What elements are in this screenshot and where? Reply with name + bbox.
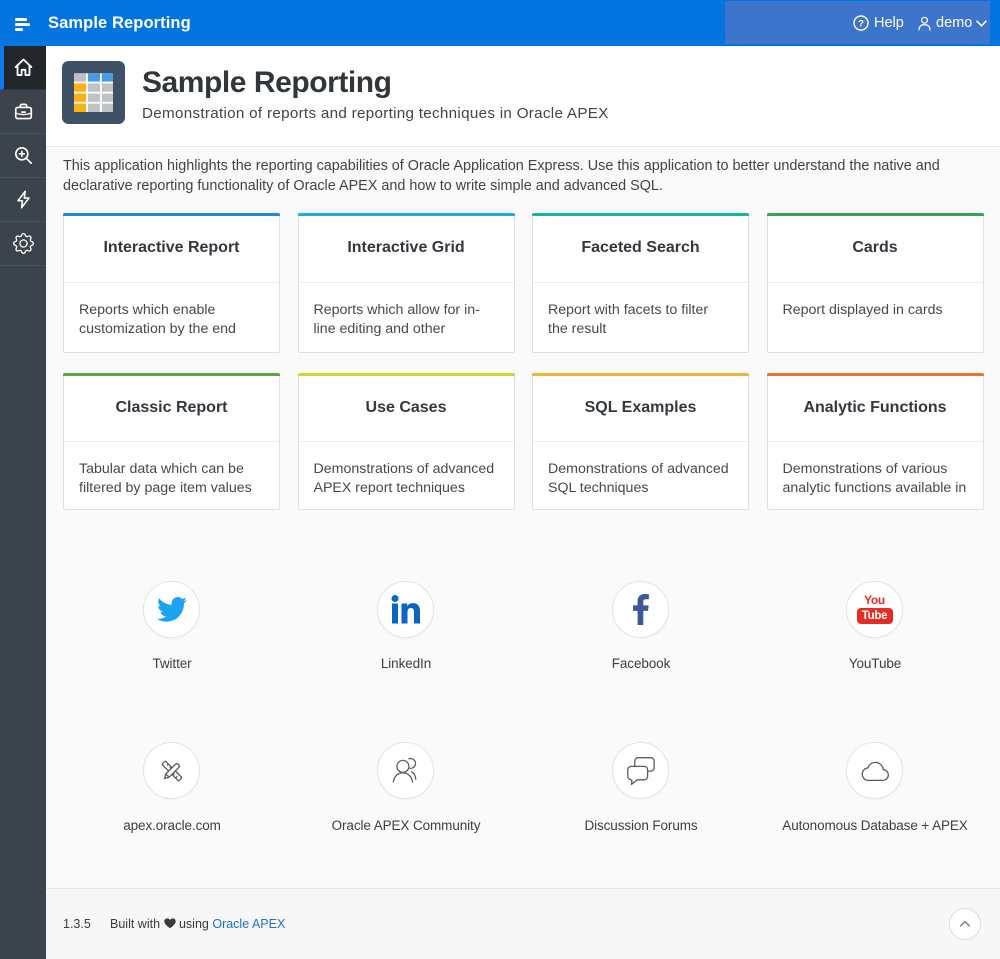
svg-text:?: ? <box>858 18 864 29</box>
